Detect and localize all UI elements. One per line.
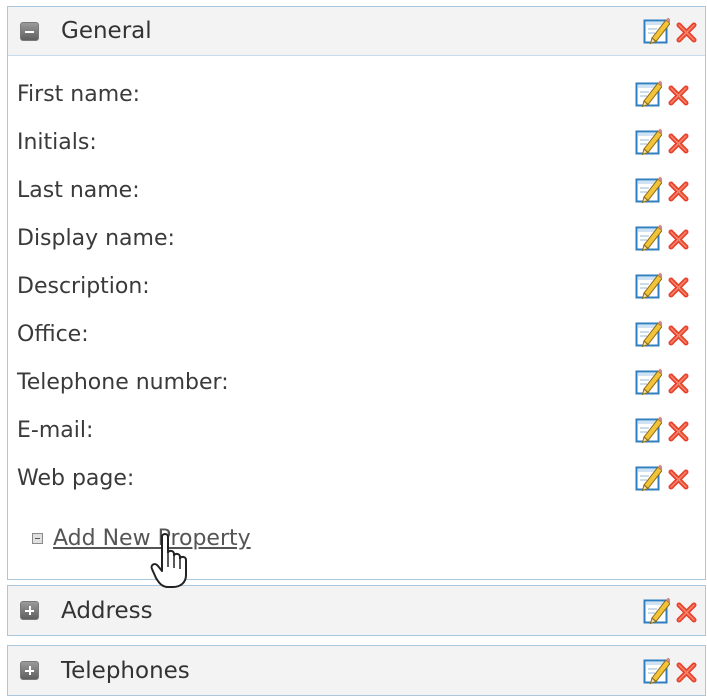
property-actions [635, 223, 692, 253]
property-row-web-page: Web page: [17, 458, 692, 498]
edit-icon[interactable] [643, 16, 670, 46]
add-property-icon [32, 533, 43, 544]
property-label: E-mail: [17, 417, 94, 443]
general-section: General First name: Initials: Last name: [7, 6, 706, 580]
property-row-display-name: Display name: [17, 218, 692, 258]
delete-icon[interactable] [673, 16, 700, 46]
delete-icon[interactable] [665, 415, 692, 445]
property-actions [635, 415, 692, 445]
property-row-description: Description: [17, 266, 692, 306]
edit-icon[interactable] [635, 319, 662, 349]
property-actions [635, 175, 692, 205]
add-new-property: Add New Property [32, 526, 251, 551]
delete-icon[interactable] [673, 596, 700, 626]
section-title: Telephones [61, 657, 190, 684]
delete-icon[interactable] [665, 271, 692, 301]
general-section-header[interactable]: General [8, 7, 705, 56]
telephones-section: Telephones [7, 645, 706, 696]
expand-icon[interactable] [20, 601, 39, 620]
property-actions [635, 79, 692, 109]
collapse-icon[interactable] [20, 21, 39, 41]
expand-icon[interactable] [20, 661, 39, 680]
edit-icon[interactable] [643, 596, 670, 626]
property-actions [635, 367, 692, 397]
property-label: Last name: [17, 177, 140, 203]
property-actions [635, 271, 692, 301]
property-label: First name: [17, 81, 141, 107]
telephones-section-header[interactable]: Telephones [8, 646, 705, 695]
delete-icon[interactable] [665, 79, 692, 109]
edit-icon[interactable] [635, 79, 662, 109]
general-section-body: First name: Initials: Last name: Display… [8, 56, 705, 579]
property-row-initials: Initials: [17, 122, 692, 162]
section-title: Address [61, 597, 153, 624]
add-new-property-link[interactable]: Add New Property [53, 526, 251, 551]
delete-icon[interactable] [665, 319, 692, 349]
edit-icon[interactable] [635, 415, 662, 445]
edit-icon[interactable] [635, 175, 662, 205]
property-row-email: E-mail: [17, 410, 692, 450]
property-actions [635, 127, 692, 157]
delete-icon[interactable] [665, 463, 692, 493]
delete-icon[interactable] [665, 223, 692, 253]
property-row-first-name: First name: [17, 74, 692, 114]
section-actions [643, 16, 700, 46]
property-row-last-name: Last name: [17, 170, 692, 210]
property-label: Initials: [17, 129, 97, 155]
edit-icon[interactable] [635, 271, 662, 301]
property-label: Office: [17, 321, 89, 347]
delete-icon[interactable] [665, 367, 692, 397]
edit-icon[interactable] [635, 127, 662, 157]
property-label: Web page: [17, 465, 135, 491]
property-label: Description: [17, 273, 150, 299]
address-section: Address [7, 585, 706, 636]
delete-icon[interactable] [673, 656, 700, 686]
edit-icon[interactable] [635, 223, 662, 253]
section-title: General [61, 18, 152, 44]
property-label: Telephone number: [17, 369, 229, 395]
property-row-telephone-number: Telephone number: [17, 362, 692, 402]
section-actions [643, 596, 700, 626]
property-label: Display name: [17, 225, 175, 251]
property-row-office: Office: [17, 314, 692, 354]
edit-icon[interactable] [635, 463, 662, 493]
edit-icon[interactable] [643, 656, 670, 686]
delete-icon[interactable] [665, 127, 692, 157]
property-actions [635, 463, 692, 493]
address-section-header[interactable]: Address [8, 586, 705, 635]
edit-icon[interactable] [635, 367, 662, 397]
delete-icon[interactable] [665, 175, 692, 205]
property-actions [635, 319, 692, 349]
section-actions [643, 656, 700, 686]
